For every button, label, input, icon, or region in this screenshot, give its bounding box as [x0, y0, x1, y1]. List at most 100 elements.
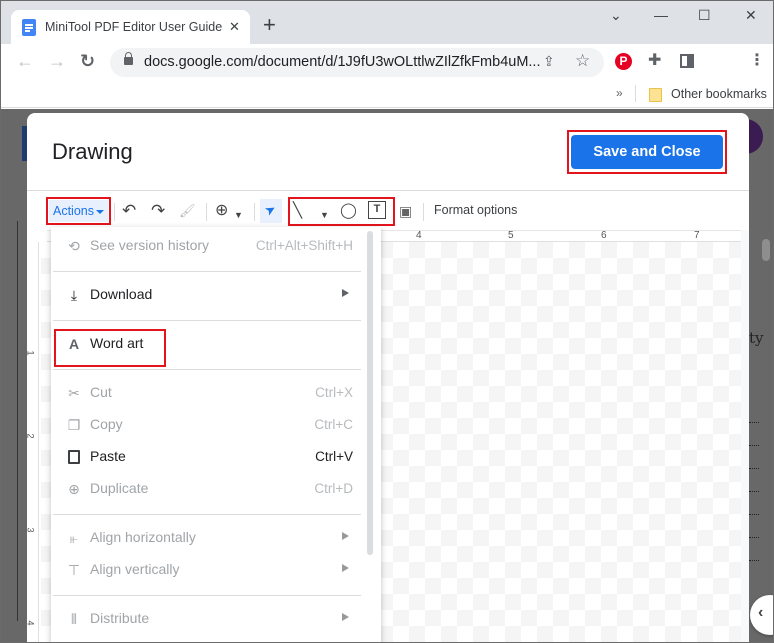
browser-window: MiniTool PDF Editor User Guide - ✕ + ⌄ —…: [0, 0, 774, 643]
forward-button[interactable]: →: [48, 51, 66, 72]
submenu-arrow-icon: [342, 564, 349, 572]
menu-item-label: Copy: [90, 416, 123, 432]
menu-item-shortcut: Ctrl+Alt+Shift+H: [255, 238, 353, 253]
ruler-label: 4: [416, 230, 422, 241]
ruler-label: 4: [27, 620, 36, 625]
background-toc-dots: [749, 445, 759, 446]
redo-icon[interactable]: ↷: [151, 202, 165, 220]
menu-item-shortcut: Ctrl+D: [314, 481, 353, 496]
menu-item-label: Cut: [90, 384, 112, 400]
close-window-button[interactable]: ✕: [745, 7, 757, 24]
submenu-arrow-icon: [342, 532, 349, 540]
menu-divider: [53, 369, 361, 370]
menu-scrollbar[interactable]: [367, 231, 373, 555]
menu-item-shortcut: Ctrl+X: [315, 385, 353, 400]
menu-item-paste[interactable]: Paste Ctrl+V: [51, 441, 361, 473]
menu-item-align-vertically[interactable]: ⊤ Align vertically: [51, 554, 361, 586]
side-panel-icon[interactable]: [680, 54, 694, 68]
maximize-button[interactable]: ☐: [698, 7, 711, 24]
pinterest-extension-icon[interactable]: P: [615, 53, 632, 70]
highlight-box: [288, 197, 395, 226]
copy-icon: ❐: [67, 417, 81, 433]
background-toc-dots: [749, 514, 759, 515]
dialog-divider: [27, 190, 749, 191]
align-vertical-icon: ⊤: [67, 562, 81, 578]
browser-tab[interactable]: MiniTool PDF Editor User Guide - ✕: [11, 10, 250, 44]
browser-toolbar: ← → ↻ docs.google.com/document/d/1J9fU3w…: [1, 44, 773, 80]
menu-item-label: Distribute: [90, 610, 150, 626]
collapse-panel-button[interactable]: ‹: [750, 595, 773, 635]
reload-button[interactable]: ↻: [80, 51, 95, 72]
toolbar-divider: [206, 203, 207, 221]
menu-item-label: Align vertically: [90, 561, 180, 577]
bookmarks-divider: [635, 85, 636, 102]
clipboard-icon: [65, 448, 83, 466]
actions-dropdown-menu: ⟲ See version history Ctrl+Alt+Shift+H ⤓…: [51, 227, 381, 642]
minimize-button[interactable]: —: [654, 7, 668, 23]
address-bar[interactable]: docs.google.com/document/d/1J9fU3wOLttlw…: [110, 48, 604, 77]
drawing-dialog: Drawing Save and Close Actions ↶ ↷ 🖌 ⊕ ▼…: [27, 113, 749, 642]
submenu-arrow-icon: [342, 613, 349, 621]
bookmarks-overflow-icon[interactable]: »: [616, 86, 623, 100]
menu-item-label: Align horizontally: [90, 529, 196, 545]
background-scrollbar: [762, 239, 770, 261]
background-toc-dots: [749, 491, 759, 492]
background-toc-dots: [749, 422, 759, 423]
ruler-label: 3: [27, 527, 36, 532]
background-text-fragment: ty: [749, 329, 764, 347]
highlight-box: [46, 197, 111, 225]
bookmarks-bar: » Other bookmarks: [1, 80, 773, 108]
zoom-dropdown-icon[interactable]: ▼: [234, 206, 243, 224]
menu-item-shortcut: Ctrl+V: [315, 449, 353, 464]
vertical-ruler: 1 2 3 4: [27, 242, 39, 642]
align-horizontal-icon: ⫦: [70, 530, 78, 546]
menu-item-see-version-history[interactable]: ⟲ See version history Ctrl+Alt+Shift+H: [51, 230, 361, 262]
menu-item-distribute[interactable]: ⦀ Distribute: [51, 603, 361, 635]
bookmark-star-icon[interactable]: ☆: [575, 51, 590, 71]
menu-divider: [53, 514, 361, 515]
paint-format-icon[interactable]: 🖌: [179, 202, 196, 220]
menu-item-label: See version history: [90, 237, 210, 253]
dialog-title: Drawing: [52, 139, 133, 164]
ruler-label: 2: [27, 433, 36, 438]
menu-item-align-horizontally[interactable]: ⫦ Align horizontally: [51, 522, 361, 554]
menu-item-download[interactable]: ⤓ Download: [51, 279, 361, 311]
highlight-box: [54, 329, 166, 367]
folder-icon: [649, 88, 662, 102]
menu-divider: [53, 595, 361, 596]
menu-item-copy[interactable]: ❐ Copy Ctrl+C: [51, 409, 361, 441]
toolbar-divider: [114, 203, 115, 221]
background-toc-dots: [749, 468, 759, 469]
undo-icon[interactable]: ↶: [122, 202, 136, 220]
distribute-icon: ⦀: [70, 611, 78, 627]
image-icon[interactable]: ▣: [399, 202, 412, 220]
ruler-label: 6: [601, 230, 607, 241]
format-options-button[interactable]: Format options: [434, 203, 517, 217]
menu-divider: [53, 320, 361, 321]
tab-search-icon[interactable]: ⌄: [610, 7, 622, 24]
select-tool-button[interactable]: ➤: [260, 199, 282, 223]
background-toc-dots: [749, 560, 759, 561]
browser-menu-icon[interactable]: ⋮: [749, 50, 765, 70]
menu-item-cut[interactable]: ✂ Cut Ctrl+X: [51, 377, 361, 409]
url-text[interactable]: docs.google.com/document/d/1J9fU3wOLttlw…: [144, 54, 541, 70]
zoom-icon[interactable]: ⊕: [215, 202, 228, 220]
scissors-icon: ✂: [68, 385, 80, 401]
canvas-edge: [741, 230, 749, 642]
menu-item-duplicate[interactable]: ⊕ Duplicate Ctrl+D: [51, 473, 361, 505]
google-docs-icon: [22, 18, 36, 36]
menu-item-shortcut: Ctrl+C: [314, 417, 353, 432]
new-tab-button[interactable]: +: [263, 14, 276, 36]
other-bookmarks-link[interactable]: Other bookmarks: [671, 87, 767, 101]
share-icon[interactable]: ⇪: [543, 53, 555, 70]
extensions-puzzle-icon[interactable]: ✚: [648, 50, 661, 70]
lock-icon: [124, 52, 133, 65]
background-ruler: [17, 221, 18, 621]
cursor-arrow-icon: ➤: [261, 200, 279, 219]
ruler-label: 5: [508, 230, 514, 241]
back-button[interactable]: ←: [16, 51, 34, 72]
background-toc-dots: [749, 537, 759, 538]
chevron-left-icon: ‹: [758, 604, 764, 621]
tab-close-icon[interactable]: ✕: [229, 19, 240, 35]
highlight-box: [567, 130, 727, 174]
